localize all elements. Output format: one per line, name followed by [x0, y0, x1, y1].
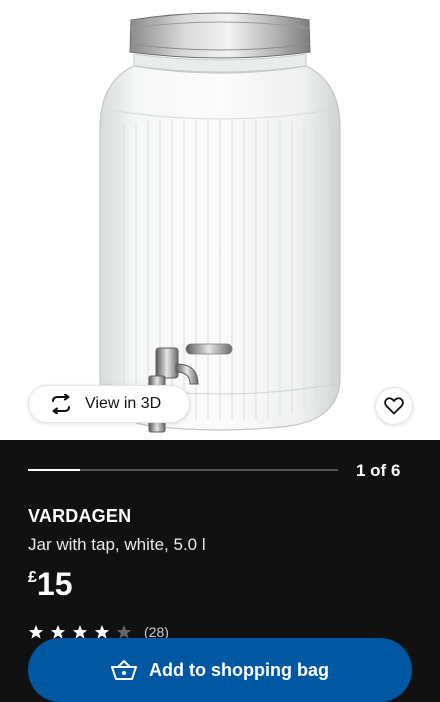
gallery-counter: 1 of 6 [356, 461, 401, 480]
product-name: VARDAGEN [28, 506, 132, 526]
heart-icon [384, 397, 404, 415]
gallery-progress-bar [28, 469, 338, 471]
favourite-button[interactable] [375, 387, 413, 425]
view-in-3d-label: View in 3D [85, 395, 162, 412]
product-description: Jar with tap, white, 5.0 l [28, 535, 206, 554]
rotate-3d-icon [52, 394, 70, 414]
add-to-shopping-bag-button[interactable]: Add to shopping bag [28, 638, 412, 702]
add-to-shopping-bag-label: Add to shopping bag [149, 659, 329, 680]
product-price: £ 15 [28, 566, 73, 602]
gallery-progress-fill [28, 469, 80, 471]
price-amount: 15 [36, 566, 73, 602]
product-page: View in 3D 1 of 6 VARDAGEN Jar with tap,… [0, 0, 440, 702]
product-image-gallery[interactable]: View in 3D [0, 0, 440, 440]
star-filled-icon [28, 625, 44, 639]
view-in-3d-button[interactable]: View in 3D [28, 385, 190, 423]
price-currency: £ [28, 569, 37, 586]
shopping-bag-icon [111, 660, 138, 680]
product-info-panel: 1 of 6 VARDAGEN Jar with tap, white, 5.0… [0, 440, 440, 702]
glass-drink-dispenser-image [99, 12, 341, 433]
